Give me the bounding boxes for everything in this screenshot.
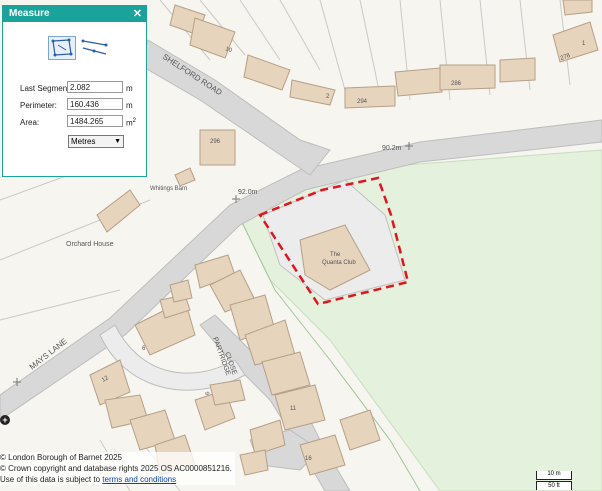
attribution: © London Borough of Barnet 2025 © Crown … xyxy=(0,452,235,485)
label-orchard-house: Orchard House xyxy=(66,241,114,248)
terms-link[interactable]: terms and conditions xyxy=(102,475,176,484)
measure-panel-header: Measure ✕ xyxy=(3,6,146,22)
house-number: 296 xyxy=(210,139,221,145)
scale-bar: 10 m 50 ft xyxy=(536,471,572,491)
house-number: 286 xyxy=(451,81,462,87)
attribution-line-3: Use of this data is subject to terms and… xyxy=(0,474,232,485)
house-number: 16 xyxy=(305,456,312,462)
close-icon[interactable]: ✕ xyxy=(133,6,142,22)
scale-imperial: 50 ft xyxy=(536,481,572,490)
area-field[interactable]: 1484.265 xyxy=(67,115,123,127)
attribution-line-2: © Crown copyright and database rights 20… xyxy=(0,464,232,473)
chevron-down-icon: ▼ xyxy=(114,138,121,145)
last-segment-field[interactable]: 2.082 xyxy=(67,81,123,93)
perimeter-field[interactable]: 160.436 xyxy=(67,98,123,110)
last-segment-unit: m xyxy=(126,84,133,93)
attribution-line-1: © London Borough of Barnet 2025 xyxy=(0,453,122,462)
label-the: The xyxy=(330,252,341,258)
area-label: Area: xyxy=(20,118,40,127)
label-whitings-barn: Whitings Barn xyxy=(150,186,187,192)
last-segment-label: Last Segment: xyxy=(20,84,72,93)
measure-panel: Measure ✕ Last Segment: 2.082 m Perimete… xyxy=(2,5,147,177)
scale-metric: 10 m xyxy=(536,471,572,480)
area-unit-sup: 2 xyxy=(132,118,137,124)
area-unit: m2 xyxy=(126,118,136,128)
label-spot-92: 92.0m xyxy=(238,189,258,196)
area-unit-base: m xyxy=(126,118,133,128)
label-spot-90: 90.2m xyxy=(382,145,402,152)
measure-line-icon[interactable] xyxy=(80,36,108,58)
house-number: 294 xyxy=(357,99,368,105)
measure-area-icon[interactable] xyxy=(48,36,76,60)
units-select-value: Metres xyxy=(71,137,96,146)
plus-icon[interactable]: + xyxy=(0,415,10,425)
units-select[interactable]: Metres ▼ xyxy=(68,135,124,148)
attribution-prefix: Use of this data is subject to xyxy=(0,475,103,484)
house-number: 11 xyxy=(290,406,297,412)
measure-panel-title: Measure xyxy=(9,8,50,19)
perimeter-label: Perimeter: xyxy=(20,101,57,110)
label-quanta-club: Quanta Club xyxy=(322,260,356,266)
perimeter-unit: m xyxy=(126,101,133,110)
